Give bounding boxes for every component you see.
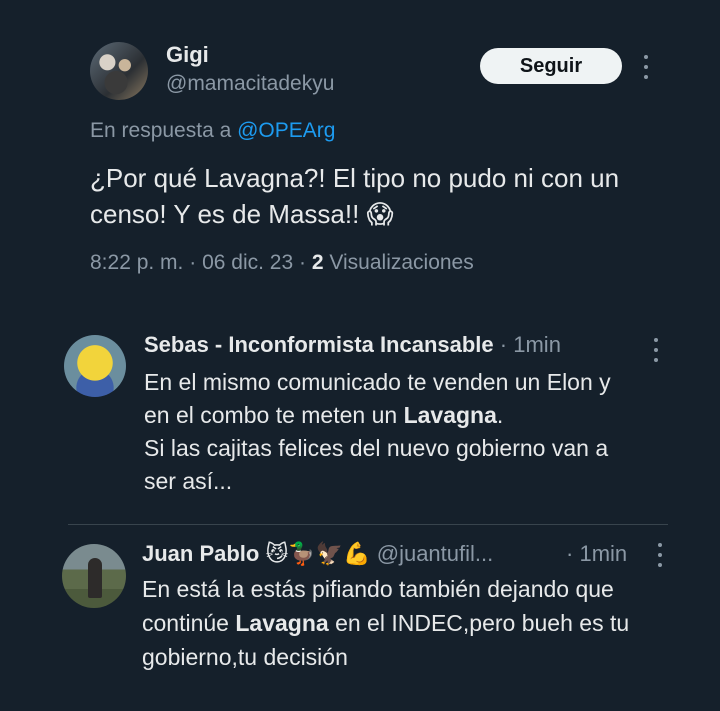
reply-text-line: continúe Lavagna en el INDEC,pero bueh e… (142, 606, 702, 640)
reply-avatar[interactable] (62, 544, 126, 608)
reply-text-line: ser así... (144, 468, 233, 494)
scream-emoji-icon: 😱 (366, 199, 394, 229)
views-label: Visualizaciones (329, 251, 474, 274)
more-options-icon[interactable] (656, 543, 664, 567)
views-count: 2 (311, 251, 324, 274)
reply-time[interactable]: 1min (513, 332, 561, 357)
meta-separator: · (566, 541, 574, 566)
reply-text-line: En está la estás pifiando también dejand… (142, 576, 614, 602)
more-options-icon[interactable] (642, 55, 650, 79)
reply-header: Sebas - Inconformista Incansable · 1min (144, 332, 561, 358)
reply-prefix: En respuesta a (90, 119, 232, 142)
reply-text-fragment: en el combo te meten un (144, 402, 404, 428)
reply-author-name[interactable]: Juan Pablo (142, 541, 259, 566)
reply-context: En respuesta a @OPEArg (90, 119, 335, 143)
divider (68, 524, 668, 525)
reply-to-link[interactable]: @OPEArg (237, 119, 335, 142)
tweet-meta: 8:22 p. m. · 06 dic. 23 · 2 Visualizacio… (90, 251, 474, 275)
meta-separator: · (499, 332, 508, 357)
highlighted-term: Lavagna (403, 402, 497, 428)
reply-text-fragment: . (496, 402, 504, 428)
highlighted-term: Lavagna (235, 610, 329, 636)
author-emoji-icons: 😼🦆🦅💪 (265, 541, 371, 566)
reply-text-line: En el mismo comunicado te venden un Elon… (144, 369, 611, 395)
follow-button[interactable]: Seguir (480, 48, 622, 84)
reply-meta: · 1min (566, 541, 627, 567)
reply-text-line: en el combo te meten un Lavagna. (144, 399, 684, 432)
tweet-text-line: ¿Por qué Lavagna?! El tipo no pudo ni co… (90, 163, 620, 193)
reply-text-fragment: en el INDEC,pero bueh es tu (328, 610, 630, 636)
meta-separator: · (189, 251, 197, 274)
reply-text: En el mismo comunicado te venden un Elon… (144, 366, 684, 498)
tweet-time[interactable]: 8:22 p. m. (90, 251, 183, 274)
tweet-date[interactable]: 06 dic. 23 (202, 251, 293, 274)
tweet-text-fragment: censo! Y es de Massa!! (90, 199, 360, 229)
reply-text: En está la estás pifiando también dejand… (142, 572, 702, 674)
reply-avatar[interactable] (64, 335, 126, 397)
reply-author-handle[interactable]: @juantufil... (377, 541, 494, 566)
tweet-text: ¿Por qué Lavagna?! El tipo no pudo ni co… (90, 160, 690, 232)
reply-time[interactable]: 1min (579, 541, 627, 566)
author-avatar[interactable] (90, 42, 148, 100)
reply-text-line: Si las cajitas felices del nuevo gobiern… (144, 435, 609, 461)
author-name[interactable]: Gigi (166, 42, 209, 68)
reply-text-fragment: continúe (142, 610, 236, 636)
tweet-text-line: censo! Y es de Massa!! 😱 (90, 196, 690, 232)
meta-separator: · (299, 251, 306, 274)
reply-header: Juan Pablo 😼🦆🦅💪 @juantufil... (142, 541, 493, 567)
reply-author-name[interactable]: Sebas - Inconformista Incansable (144, 332, 494, 357)
reply-text-line: gobierno,tu decisión (142, 644, 348, 670)
author-handle[interactable]: @mamacitadekyu (166, 72, 334, 96)
more-options-icon[interactable] (652, 338, 660, 362)
